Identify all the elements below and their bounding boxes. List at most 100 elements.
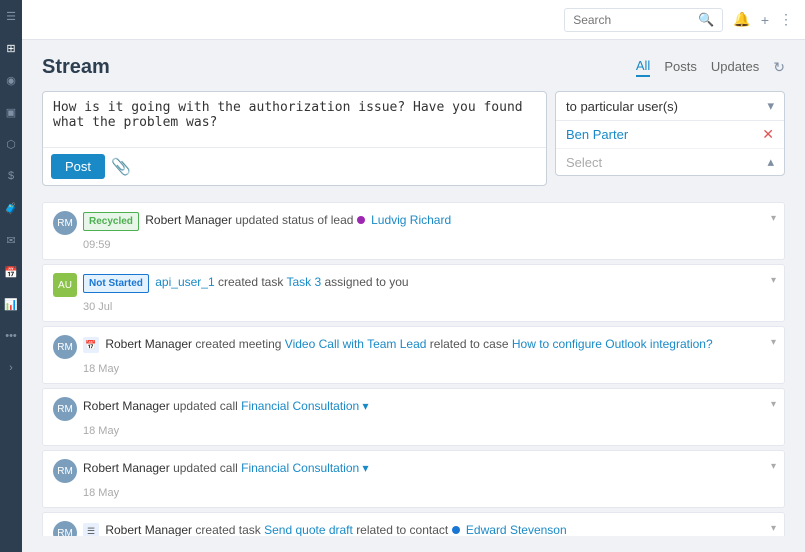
more-icon[interactable]: ⋮ [779,11,793,28]
sidebar-icon-square[interactable]: ▣ [3,104,19,120]
item-dropdown-arrow[interactable]: ▾ [771,275,776,286]
actor-name: Robert Manager [105,523,192,536]
stream-item: RM Recycled Robert Manager updated statu… [42,202,785,260]
timestamp: 18 May [83,425,774,437]
sidebar: ☰ ⊞ ◉ ▣ ⬡ $ 🧳 ✉ 📅 📊 ••• › [0,0,22,552]
item-content: 📅 Robert Manager created meeting Video C… [83,335,774,353]
selected-user-tag: Ben Parter [566,127,628,142]
related-entity-link[interactable]: Edward Stevenson [466,523,567,536]
avatar: RM [53,335,77,359]
avatar: RM [53,459,77,483]
search-box[interactable]: 🔍 [564,8,723,32]
action-text: updated call [173,461,241,475]
sidebar-icon-dot[interactable]: ◉ [3,72,19,88]
stream-item-row: RM ☰ Robert Manager created task Send qu… [53,521,774,536]
avatar: AU [53,273,77,297]
stream-item-row: RM Robert Manager updated call Financial… [53,459,774,483]
sidebar-icon-menu[interactable]: ☰ [3,8,19,24]
avatar: RM [53,211,77,235]
sidebar-icon-chart[interactable]: 📊 [3,296,19,312]
item-content: Recycled Robert Manager updated status o… [83,211,774,231]
tab-all[interactable]: All [636,58,650,77]
notification-icon[interactable]: 🔔 [733,11,750,28]
post-textarea[interactable]: How is it going with the authorization i… [43,92,546,144]
actor-name: Robert Manager [83,399,170,413]
item-dropdown-arrow[interactable]: ▾ [771,213,776,224]
stream-item-row: RM 📅 Robert Manager created meeting Vide… [53,335,774,359]
remove-user-button[interactable]: ✕ [762,126,774,143]
search-icon: 🔍 [698,12,714,28]
recipient-label: to particular user(s) [566,99,678,114]
stream-item: RM ☰ Robert Manager created task Send qu… [42,512,785,536]
entity-link[interactable]: Financial Consultation [241,399,359,413]
tab-posts[interactable]: Posts [664,59,697,76]
entity-link[interactable]: Video Call with Team Lead [285,337,427,351]
stream-item: AU Not Started api_user_1 created task T… [42,264,785,322]
related-entity-link[interactable]: How to configure Outlook integration? [512,337,713,351]
stream-list: RM Recycled Robert Manager updated statu… [42,202,785,536]
actor-name[interactable]: api_user_1 [155,275,214,289]
status-badge: Recycled [83,212,139,231]
item-dropdown-arrow[interactable]: ▾ [771,399,776,410]
add-icon[interactable]: + [761,12,769,28]
select-placeholder: Select [566,155,602,170]
dropdown-inline-icon[interactable]: ▾ [363,461,369,475]
stream-item-row: AU Not Started api_user_1 created task T… [53,273,774,297]
entity-link[interactable]: Task 3 [286,275,321,289]
composer-actions: Post 📎 [43,147,546,185]
filter-tabs: All Posts Updates ↻ [636,58,785,77]
action-text: created task [195,523,264,536]
sidebar-icon-grid[interactable]: ⊞ [3,40,19,56]
timestamp: 18 May [83,487,774,499]
chevron-up-icon: ▴ [767,154,774,170]
sidebar-icon-dollar[interactable]: $ [3,168,19,184]
timestamp: 09:59 [83,239,774,251]
search-input[interactable] [573,13,693,27]
status-dot [357,216,365,224]
composer-wrapper: How is it going with the authorization i… [42,91,785,186]
entity-link[interactable]: Send quote draft [264,523,353,536]
sidebar-icon-mail[interactable]: ✉ [3,232,19,248]
refresh-icon[interactable]: ↻ [773,59,785,76]
item-dropdown-arrow[interactable]: ▾ [771,337,776,348]
sidebar-icon-briefcase[interactable]: 🧳 [3,200,19,216]
extra-text: assigned to you [325,275,409,289]
item-content: Not Started api_user_1 created task Task… [83,273,774,293]
attach-icon[interactable]: 📎 [111,157,131,177]
recipient-dropdown[interactable]: to particular user(s) ▾ [556,92,784,121]
item-content: Robert Manager updated call Financial Co… [83,459,774,477]
stream-item: RM Robert Manager updated call Financial… [42,450,785,508]
entity-link[interactable]: Ludvig Richard [371,213,451,227]
item-dropdown-arrow[interactable]: ▾ [771,461,776,472]
dropdown-inline-icon[interactable]: ▾ [363,399,369,413]
item-content: Robert Manager updated call Financial Co… [83,397,774,415]
stream-item-row: RM Recycled Robert Manager updated statu… [53,211,774,235]
timestamp: 30 Jul [83,301,774,313]
avatar: RM [53,397,77,421]
topbar: 🔍 🔔 + ⋮ [22,0,805,40]
timestamp: 18 May [83,363,774,375]
action-text: created task [218,275,286,289]
actor-name: Robert Manager [105,337,192,351]
tab-updates[interactable]: Updates [711,59,759,76]
post-button[interactable]: Post [51,154,105,179]
user-selector: to particular user(s) ▾ Ben Parter ✕ Sel… [555,91,785,176]
task-icon: ☰ [83,523,99,536]
action-text: updated call [173,399,241,413]
sidebar-icon-expand[interactable]: › [3,360,19,376]
avatar: RM [53,521,77,536]
sidebar-icon-calendar[interactable]: 📅 [3,264,19,280]
related-text: related to contact [356,523,451,536]
stream-item: RM 📅 Robert Manager created meeting Vide… [42,326,785,384]
status-dot [452,526,460,534]
sidebar-icon-more[interactable]: ••• [3,328,19,344]
stream-item-row: RM Robert Manager updated call Financial… [53,397,774,421]
item-dropdown-arrow[interactable]: ▾ [771,523,776,534]
user-select-input[interactable]: Select ▴ [556,149,784,175]
sidebar-icon-hex[interactable]: ⬡ [3,136,19,152]
meeting-icon: 📅 [83,337,99,353]
stream-item: RM Robert Manager updated call Financial… [42,388,785,446]
entity-link[interactable]: Financial Consultation [241,461,359,475]
content-area: Stream All Posts Updates ↻ How is it goi… [22,40,805,552]
related-text: related to case [430,337,512,351]
